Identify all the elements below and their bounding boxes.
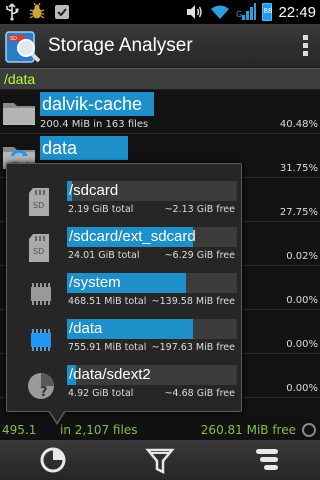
svg-text:?: ? [40, 385, 48, 400]
system-icons: G 88 22:49 [186, 3, 316, 21]
item-name: data [40, 136, 128, 160]
sdcard-icon: SD [25, 186, 57, 218]
item-percent: 31.75% [279, 163, 318, 174]
popup-pointer [48, 410, 66, 425]
sdcard-icon: SD [25, 232, 57, 264]
pie-chart-icon [38, 445, 68, 475]
folder-icon [2, 94, 38, 130]
item-size: 200.4 MiB in 163 files [40, 119, 149, 130]
signal-icon: G [236, 3, 257, 21]
list-item[interactable]: dalvik-cache 200.4 MiB in 163 files 40.4… [0, 90, 320, 134]
item-percent: 27.75% [279, 207, 318, 218]
action-bar: SD Storage Analyser [0, 24, 320, 68]
storage-free: ~139.58 MiB free [151, 296, 235, 307]
svg-text:SD: SD [33, 201, 44, 210]
storage-item-ext-sdcard[interactable]: SD /sdcard/ext_sdcard 24.01 GiB total ~6… [7, 222, 243, 270]
storage-path: /sdcard [69, 182, 119, 199]
status-bar: G 88 22:49 [0, 0, 320, 24]
storage-selector-popup: SD /sdcard 2.19 GiB total ~2.13 GiB free… [6, 163, 243, 425]
battery-level: 88 [263, 7, 273, 15]
usb-icon [4, 3, 20, 21]
overflow-dot [302, 43, 308, 48]
storage-usage-bar: /data/sdext2 [67, 365, 237, 385]
storage-item-data[interactable]: /data 755.91 MiB total ~197.63 MiB free [7, 314, 243, 362]
overflow-dot [302, 51, 308, 56]
storage-total: 2.19 GiB total [68, 204, 134, 215]
storage-free: ~197.63 MiB free [151, 342, 235, 353]
chip-blue-icon [25, 324, 57, 356]
storage-free: ~4.68 GiB free [164, 388, 235, 399]
storage-path: /data/sdext2 [69, 366, 151, 383]
notification-icons [4, 3, 70, 21]
pie-question-icon: ? [25, 370, 57, 402]
svg-text:SD: SD [10, 36, 17, 42]
summary-free: 260.81 MiB free [200, 423, 296, 437]
storage-item-system[interactable]: /system 468.51 MiB total ~139.58 MiB fre… [7, 268, 243, 316]
item-percent: 40.48% [279, 119, 318, 130]
item-percent: 0.00% [286, 383, 318, 394]
storage-usage-bar: /sdcard/ext_sdcard [67, 227, 237, 247]
item-percent: 0.00% [286, 339, 318, 350]
storage-usage-bar: /system [67, 273, 237, 293]
storage-path: /system [69, 274, 121, 291]
storage-path: /data [69, 320, 103, 337]
item-percent: 0.00% [286, 295, 318, 306]
item-name: dalvik-cache [40, 92, 154, 116]
storage-path: /sdcard/ext_sdcard [69, 228, 196, 245]
svg-text:G: G [236, 10, 242, 19]
storage-total: 24.01 GiB total [68, 250, 140, 261]
clock: 22:49 [278, 3, 316, 21]
check-icon [54, 4, 70, 20]
bug-icon [28, 3, 46, 21]
storage-item-sdext2[interactable]: ? /data/sdext2 4.92 GiB total ~4.68 GiB … [7, 360, 243, 408]
summary-used: 495.1 [2, 423, 37, 437]
current-path[interactable]: /data [0, 68, 320, 90]
overflow-dot [302, 35, 308, 40]
filter-icon [145, 445, 175, 475]
app-title: Storage Analyser [48, 34, 193, 56]
filter-button[interactable] [107, 440, 214, 480]
storage-free: ~2.13 GiB free [164, 204, 235, 215]
storage-usage-bar: /sdcard [67, 181, 237, 201]
summary-files: in 2,107 files [60, 423, 138, 437]
screen: G 88 22:49 SD Storage Analyser /data dal… [0, 0, 320, 480]
battery-icon: 88 [262, 3, 273, 21]
overflow-menu-button[interactable] [290, 24, 320, 68]
storage-total: 4.92 GiB total [68, 388, 134, 399]
wifi-icon [210, 4, 230, 20]
storage-total: 755.91 MiB total [68, 342, 147, 353]
bottom-bar [0, 440, 320, 480]
pie-chart-button[interactable] [0, 440, 107, 480]
storage-usage-bar: /data [67, 319, 237, 339]
volume-icon [186, 4, 204, 20]
storage-analyser-icon[interactable]: SD [2, 26, 42, 66]
sort-icon [252, 445, 282, 475]
chip-icon [25, 278, 57, 310]
svg-text:SD: SD [33, 247, 44, 256]
storage-free: ~6.29 GiB free [164, 250, 235, 261]
storage-total: 468.51 MiB total [68, 296, 147, 307]
storage-item-sdcard[interactable]: SD /sdcard 2.19 GiB total ~2.13 GiB free [7, 176, 243, 224]
sort-button[interactable] [213, 440, 320, 480]
item-percent: 0.02% [286, 251, 318, 262]
progress-circle-icon [302, 423, 316, 437]
